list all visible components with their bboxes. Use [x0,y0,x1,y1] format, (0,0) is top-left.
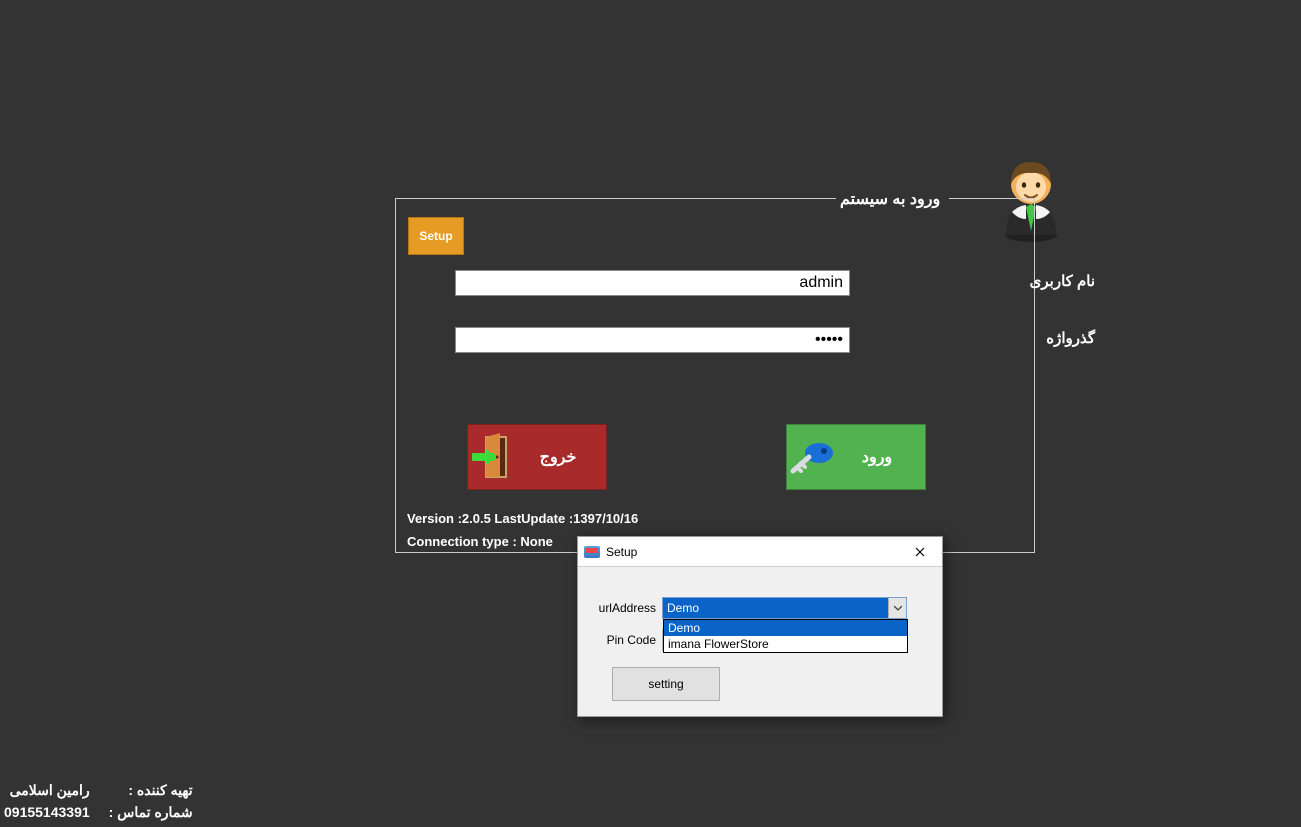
pin-code-label: Pin Code [598,633,662,647]
key-icon [787,437,837,477]
phone-value: 09155143391 [4,801,90,823]
phone-label: شماره تماس : [108,801,193,823]
dialog-titlebar[interactable]: Setup [578,537,942,567]
username-input[interactable] [455,270,850,296]
url-address-dropdown-list: Demo imana FlowerStore [663,619,908,653]
version-text: Version :2.0.5 LastUpdate :1397/10/16 [407,511,638,526]
setup-dialog: Setup urlAddress Demo Demo imana FlowerS… [577,536,943,717]
setup-button[interactable]: Setup [408,217,464,255]
exit-button[interactable]: خروج [467,424,607,490]
url-address-selected: Demo [663,598,888,618]
setting-button[interactable]: setting [612,667,720,701]
dialog-app-icon [584,544,600,560]
url-address-combobox[interactable]: Demo Demo imana FlowerStore [662,597,907,619]
exit-door-icon [468,433,518,481]
enter-button-label: ورود [837,447,925,467]
chevron-down-icon [894,604,902,612]
login-box [395,198,1035,553]
dialog-close-button[interactable] [897,537,942,567]
enter-button[interactable]: ورود [786,424,926,490]
url-address-label: urlAddress [598,601,662,615]
password-label: گذرواژه [1000,329,1095,347]
url-option-flowerstore[interactable]: imana FlowerStore [664,636,907,652]
password-input[interactable] [455,327,850,353]
username-label: نام کاربری [1000,272,1095,290]
combobox-arrow-button[interactable] [888,598,906,618]
producer-value: رامین اسلامی [10,779,90,801]
url-option-demo[interactable]: Demo [664,620,907,636]
close-icon [915,547,925,557]
username-row: نام کاربری [455,270,985,296]
password-row: گذرواژه [455,327,985,353]
producer-label: تهیه کننده : [108,779,193,801]
footer: تهیه کننده : رامین اسلامی شماره تماس : 0… [4,779,193,823]
connection-type-text: Connection type : None [407,534,553,549]
dialog-title: Setup [606,545,897,559]
exit-button-label: خروج [518,447,606,467]
